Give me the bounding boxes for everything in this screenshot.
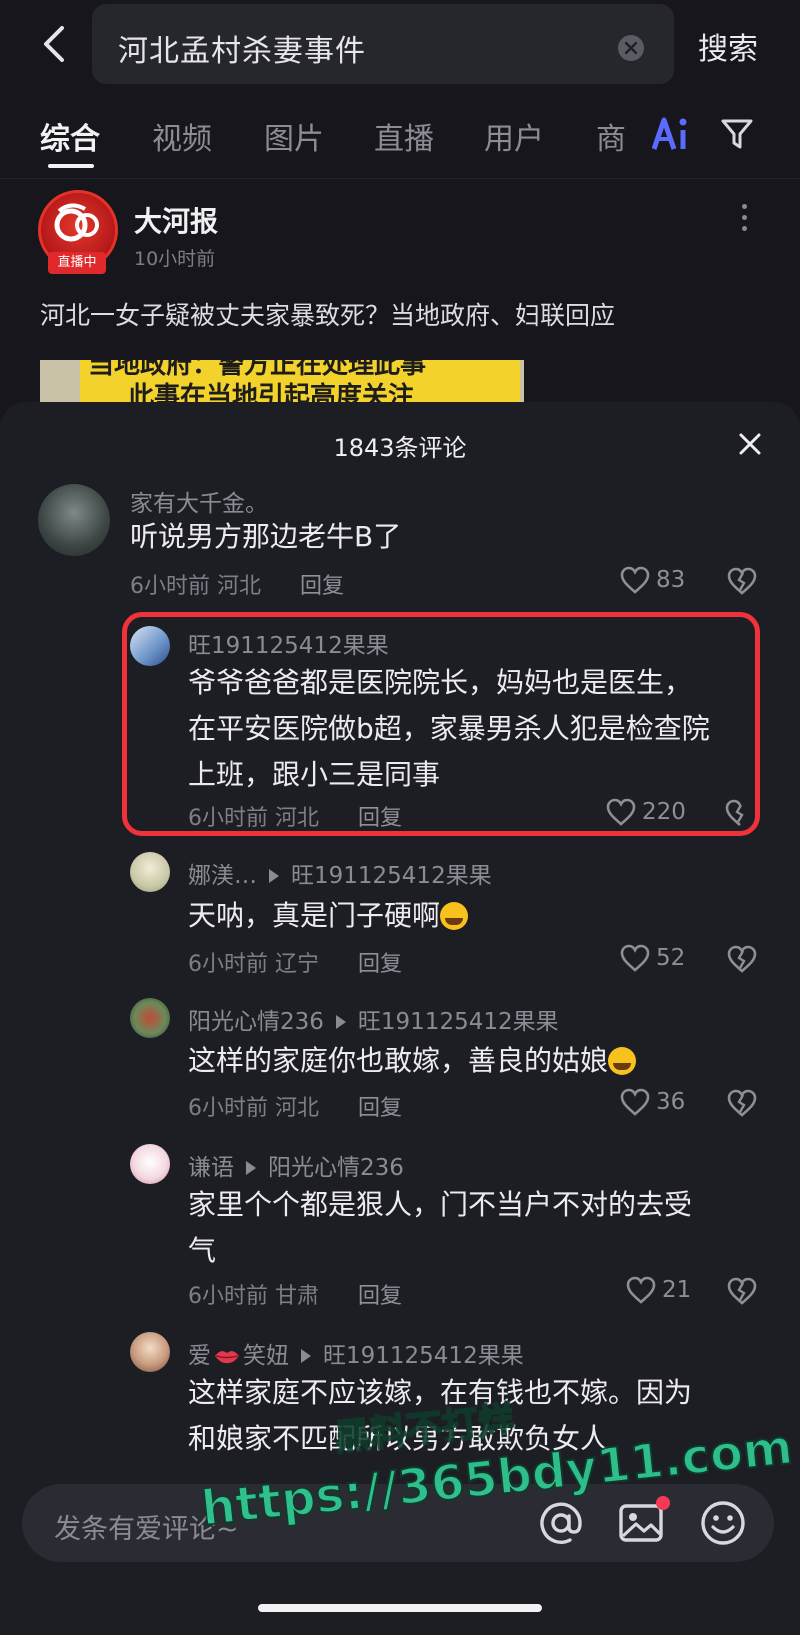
tab-users[interactable]: 用户 <box>484 114 544 158</box>
comment-username[interactable]: 阳光心情236 旺191125412果果 <box>188 1002 559 1036</box>
comment-count-title: 1843条评论 <box>333 434 467 462</box>
heart-icon <box>620 1088 650 1116</box>
tab-video[interactable]: 视频 <box>152 114 212 158</box>
active-tab-indicator <box>48 164 94 168</box>
avatar[interactable] <box>130 1144 170 1184</box>
dislike-icon[interactable] <box>726 1088 758 1118</box>
reply-arrow-icon <box>301 1348 311 1363</box>
comment-meta: 6小时前 甘肃 回复 <box>188 1284 403 1309</box>
tab-shop[interactable]: 商 <box>596 114 632 158</box>
crying-laugh-emoji-icon <box>440 902 469 930</box>
post-headline[interactable]: 河北一女子疑被丈夫家暴致死？当地政府、妇联回应 <box>40 296 615 332</box>
reply-arrow-icon <box>246 1160 256 1175</box>
reply-button[interactable]: 回复 <box>358 1096 402 1121</box>
crying-laugh-emoji-icon <box>608 1047 637 1075</box>
heart-icon <box>620 566 650 594</box>
reply-arrow-icon <box>335 1014 346 1029</box>
heart-icon <box>620 944 650 972</box>
search-query: 河北孟村杀妻事件 <box>118 34 366 69</box>
highlight-annotation <box>122 612 760 836</box>
ai-icon[interactable] <box>651 116 692 156</box>
filter-icon[interactable] <box>720 118 754 154</box>
post-time: 10小时前 <box>134 248 216 270</box>
post-thumbnail[interactable]: 当地政府：警方正在处理此事 此事在当地引起高度关注 <box>40 360 524 402</box>
lips-emoji-icon <box>215 1351 239 1364</box>
like-button[interactable]: 21 <box>626 1276 691 1304</box>
comment-text-line: 气 <box>188 1234 217 1267</box>
comment-meta: 6小时前 河北 回复 <box>188 1096 403 1121</box>
live-badge: 直播中 <box>48 252 106 274</box>
search-input[interactable]: 河北孟村杀妻事件 <box>92 4 674 84</box>
like-button[interactable]: 83 <box>620 566 685 594</box>
mention-icon[interactable] <box>536 1498 586 1548</box>
like-button[interactable]: 36 <box>620 1088 685 1116</box>
more-options-icon[interactable] <box>734 204 754 238</box>
notification-dot <box>656 1496 670 1510</box>
thumbnail-caption-2: 此事在当地引起高度关注 <box>128 382 415 402</box>
like-count: 52 <box>656 945 686 971</box>
like-count: 36 <box>656 1089 686 1115</box>
heart-icon <box>626 1276 656 1304</box>
comment-text-line: 家里个个都是狠人，门不当户不对的去受 <box>188 1188 693 1221</box>
dislike-icon[interactable] <box>726 1276 758 1306</box>
top-bar: 河北孟村杀妻事件 搜索 <box>0 0 800 92</box>
like-count: 21 <box>662 1277 692 1303</box>
result-tabs: 综合 视频 图片 直播 用户 商 <box>0 100 800 176</box>
tab-all[interactable]: 综合 <box>40 114 100 158</box>
newspaper-logo <box>54 203 99 242</box>
reply-arrow-icon <box>269 868 279 883</box>
like-button[interactable]: 52 <box>620 944 685 972</box>
tabs-divider <box>0 178 800 179</box>
close-icon[interactable] <box>738 432 762 456</box>
comment-meta: 6小时前 河北 回复 <box>130 574 345 599</box>
comment-username[interactable]: 娜渼… 旺191125412果果 <box>188 856 492 890</box>
clear-search-icon[interactable] <box>618 35 644 61</box>
avatar[interactable] <box>130 998 170 1038</box>
comment-text: 这样的家庭你也敢嫁，善良的姑娘 <box>188 1038 637 1084</box>
comment-username[interactable]: 谦语 阳光心情236 <box>188 1148 404 1182</box>
dislike-icon[interactable] <box>726 944 758 974</box>
comment-meta: 6小时前 辽宁 回复 <box>188 952 403 977</box>
comment-username[interactable]: 家有大千金。 <box>130 484 268 518</box>
reply-button[interactable]: 回复 <box>358 1284 402 1309</box>
avatar[interactable] <box>130 852 170 892</box>
reply-button[interactable]: 回复 <box>358 952 402 977</box>
tab-live[interactable]: 直播 <box>374 114 434 158</box>
back-icon[interactable] <box>34 22 78 66</box>
avatar[interactable] <box>38 484 110 556</box>
comment-text: 天呐，真是门子硬啊 <box>188 893 469 939</box>
reply-button[interactable]: 回复 <box>300 574 344 599</box>
like-count: 83 <box>656 567 686 593</box>
search-button[interactable]: 搜索 <box>698 24 758 68</box>
post-author-name[interactable]: 大河报 <box>134 200 218 240</box>
dislike-icon[interactable] <box>726 566 758 596</box>
comment-username[interactable]: 爱笑妞 旺191125412果果 <box>188 1336 524 1370</box>
tab-images[interactable]: 图片 <box>264 114 324 158</box>
comment-text: 听说男方那边老牛B了 <box>130 520 402 553</box>
home-indicator[interactable] <box>258 1604 542 1612</box>
avatar[interactable] <box>130 1332 170 1372</box>
emoji-icon[interactable] <box>698 1498 748 1548</box>
